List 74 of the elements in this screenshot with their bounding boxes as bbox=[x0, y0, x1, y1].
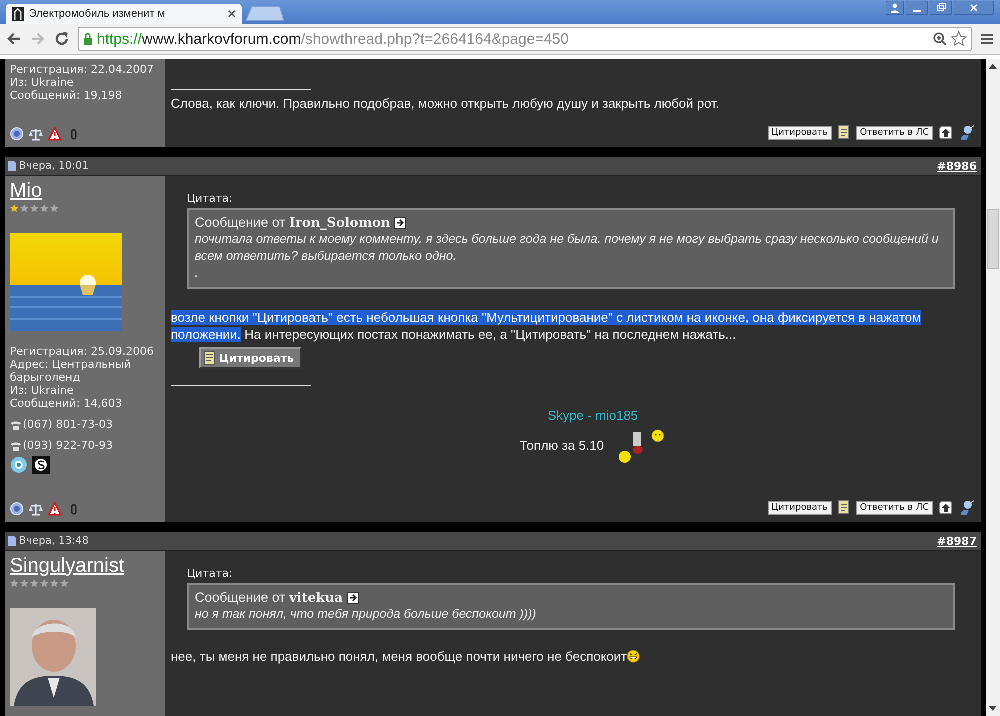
user-info-text: Регистрация: 22.04.2007 bbox=[10, 63, 155, 76]
menu-icon[interactable] bbox=[980, 32, 994, 46]
zoom-icon[interactable] bbox=[933, 32, 947, 46]
phone-number: (093) 922-70-93 bbox=[23, 439, 114, 452]
close-icon[interactable] bbox=[954, 1, 994, 15]
quote-button[interactable]: Цитировать bbox=[768, 501, 832, 515]
restore-icon[interactable] bbox=[930, 1, 952, 15]
quote-author: Сообщение от Iron_Solomon bbox=[195, 215, 390, 231]
username-link[interactable]: Mio bbox=[10, 180, 160, 202]
url-text: https://www.kharkovforum.com/showthread.php?t=2664164&page=450 bbox=[97, 30, 569, 48]
post-icon bbox=[8, 536, 16, 546]
post-number-link[interactable]: #8986 bbox=[937, 160, 977, 172]
back-icon[interactable] bbox=[6, 31, 22, 47]
warning-icon[interactable] bbox=[48, 502, 62, 516]
message-text: нее, ты меня не правильно понял, меня вообще почти ничего не беспокоит bbox=[171, 648, 975, 665]
quote-text: . bbox=[195, 265, 200, 282]
post-date: Вчера, 13:48 bbox=[19, 535, 89, 547]
reply-pm-button[interactable]: Ответить в ЛС bbox=[856, 501, 933, 515]
signature-text: Слова, как ключи. Правильно подобрав, можно открыть любую душу и закрыть любой рот. bbox=[171, 96, 720, 111]
address-field[interactable]: https://www.kharkovforum.com/showthread.php?t=2664164&page=450 bbox=[78, 27, 972, 51]
quote-author: Сообщение от vitekua bbox=[195, 590, 344, 606]
skype-icon[interactable] bbox=[32, 456, 50, 474]
reload-icon[interactable] bbox=[54, 31, 70, 47]
multi-quote-icon[interactable] bbox=[838, 500, 850, 516]
quote-text: почитала ответы к моему комменту. я здесь больше года не была. почему я не могу выбрать сразу несколько сообщений и всем ответить? выбирается только одно. bbox=[195, 231, 940, 265]
quote-label: Цитата: bbox=[187, 192, 234, 205]
new-tab-button[interactable] bbox=[244, 6, 284, 22]
tab-title: Электромобиль изменит м bbox=[29, 8, 166, 20]
scrollbar-thumb[interactable] bbox=[987, 209, 999, 269]
phone-icon bbox=[10, 420, 22, 430]
username-link[interactable]: Singulyarnist bbox=[10, 555, 160, 577]
star-icon[interactable] bbox=[951, 31, 967, 47]
up-arrow-icon[interactable] bbox=[939, 126, 953, 140]
online-status-icon[interactable] bbox=[10, 502, 24, 516]
post-number-link[interactable]: #8987 bbox=[937, 534, 977, 548]
view-post-icon[interactable] bbox=[394, 217, 406, 229]
phone-icon bbox=[10, 440, 22, 450]
scroll-down-icon[interactable] bbox=[989, 706, 997, 712]
user-info-text: Из: Ukraine bbox=[10, 76, 75, 89]
minimize-icon[interactable] bbox=[906, 1, 928, 15]
skype-link[interactable]: Skype - mio185 bbox=[548, 408, 638, 423]
site-icon bbox=[12, 7, 24, 21]
online-status-icon[interactable] bbox=[10, 127, 24, 141]
lock-icon bbox=[83, 33, 93, 45]
scrollbar[interactable] bbox=[986, 59, 1000, 716]
close-icon[interactable] bbox=[228, 10, 236, 18]
warning-icon[interactable] bbox=[48, 127, 62, 141]
view-post-icon[interactable] bbox=[347, 592, 360, 604]
browser-tab[interactable]: Электромобиль изменит м bbox=[6, 4, 242, 24]
user-info-text: Регистрация: 25.09.2006 bbox=[10, 345, 155, 358]
up-arrow-icon[interactable] bbox=[939, 501, 953, 515]
quote-label: Цитата: bbox=[187, 567, 234, 580]
user-info-text: Сообщений: 19,198 bbox=[10, 89, 124, 102]
scroll-up-icon[interactable] bbox=[989, 63, 997, 69]
user-info-text: Сообщений: 14,603 bbox=[10, 397, 124, 410]
multi-quote-icon bbox=[204, 351, 215, 365]
post-icon bbox=[8, 161, 16, 171]
icq-icon[interactable] bbox=[10, 456, 28, 474]
scales-icon[interactable] bbox=[29, 127, 43, 141]
signature-text: Топлю за 5.10 bbox=[520, 438, 604, 453]
quote-text: но я так понял, что тебя природа больше беспокоит )))) bbox=[195, 606, 538, 623]
user-info-text: Адрес: Центральный барыголенд bbox=[10, 358, 132, 384]
reply-pm-button[interactable]: Ответить в ЛС bbox=[856, 126, 933, 140]
user-info-text: Из: Ukraine bbox=[10, 384, 75, 397]
user-report-icon[interactable] bbox=[959, 125, 975, 141]
quote-button[interactable]: Цитировать bbox=[768, 126, 832, 140]
phone-number: (067) 801-73-03 bbox=[23, 418, 114, 431]
quote-button[interactable]: Цитировать bbox=[199, 347, 302, 369]
post-date: Вчера, 10:01 bbox=[19, 160, 89, 172]
scales-icon[interactable] bbox=[29, 502, 43, 516]
user-report-icon[interactable] bbox=[959, 500, 975, 516]
message-text: возле кнопки "Цитировать" есть небольшая кнопка "Мультицитирование" с листиком на иконке, она фиксируется в нажатом положении. На интересующих постах понажимать ее, а "Цитировать" на последнем нажать... bbox=[171, 309, 922, 343]
multi-quote-icon[interactable] bbox=[838, 125, 850, 141]
user-icon[interactable] bbox=[886, 1, 904, 15]
